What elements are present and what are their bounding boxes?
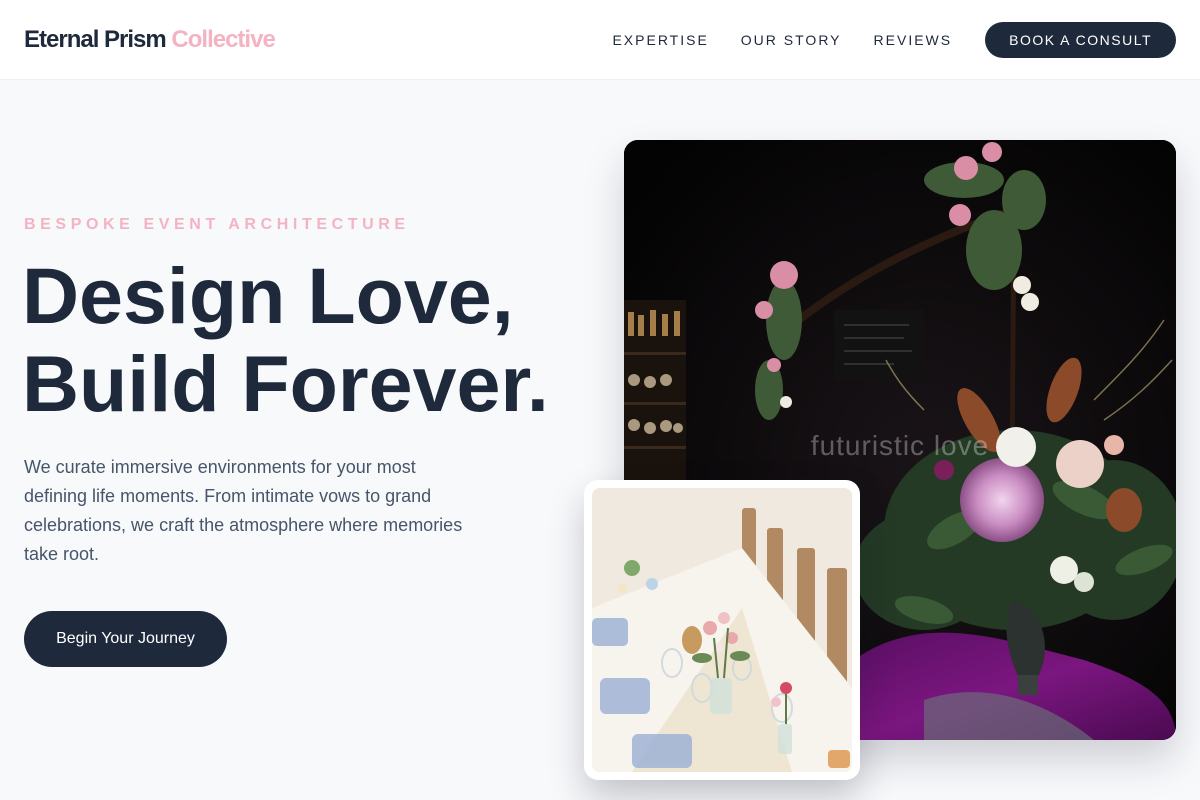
headline-line-1: Design Love, — [22, 251, 514, 340]
site-header: Eternal Prism Collective EXPERTISE OUR S… — [0, 0, 1200, 80]
table-setting-image — [592, 488, 852, 772]
nav-link-expertise[interactable]: EXPERTISE — [612, 32, 708, 48]
nav-link-reviews[interactable]: REVIEWS — [874, 32, 953, 48]
photo-watermark: futuristic love — [810, 430, 990, 461]
hero-eyebrow: BESPOKE EVENT ARCHITECTURE — [24, 216, 410, 233]
headline-line-2: Build Forever. — [22, 339, 549, 428]
begin-journey-button[interactable]: Begin Your Journey — [24, 611, 227, 667]
brand-name: Eternal Prism — [24, 25, 167, 53]
book-consult-button[interactable]: BOOK A CONSULT — [985, 21, 1176, 58]
main-nav: EXPERTISE OUR STORY REVIEWS — [612, 32, 952, 48]
brand-logo[interactable]: Eternal Prism Collective — [24, 25, 276, 54]
hero-headline: Design Love, Build Forever. — [22, 252, 549, 428]
brand-name-accent: Collective — [171, 25, 275, 53]
table-setting-illustration — [592, 488, 852, 772]
nav-link-our-story[interactable]: OUR STORY — [741, 32, 842, 48]
table-setting-photo — [584, 480, 860, 780]
hero-description: We curate immersive environments for you… — [24, 457, 463, 564]
